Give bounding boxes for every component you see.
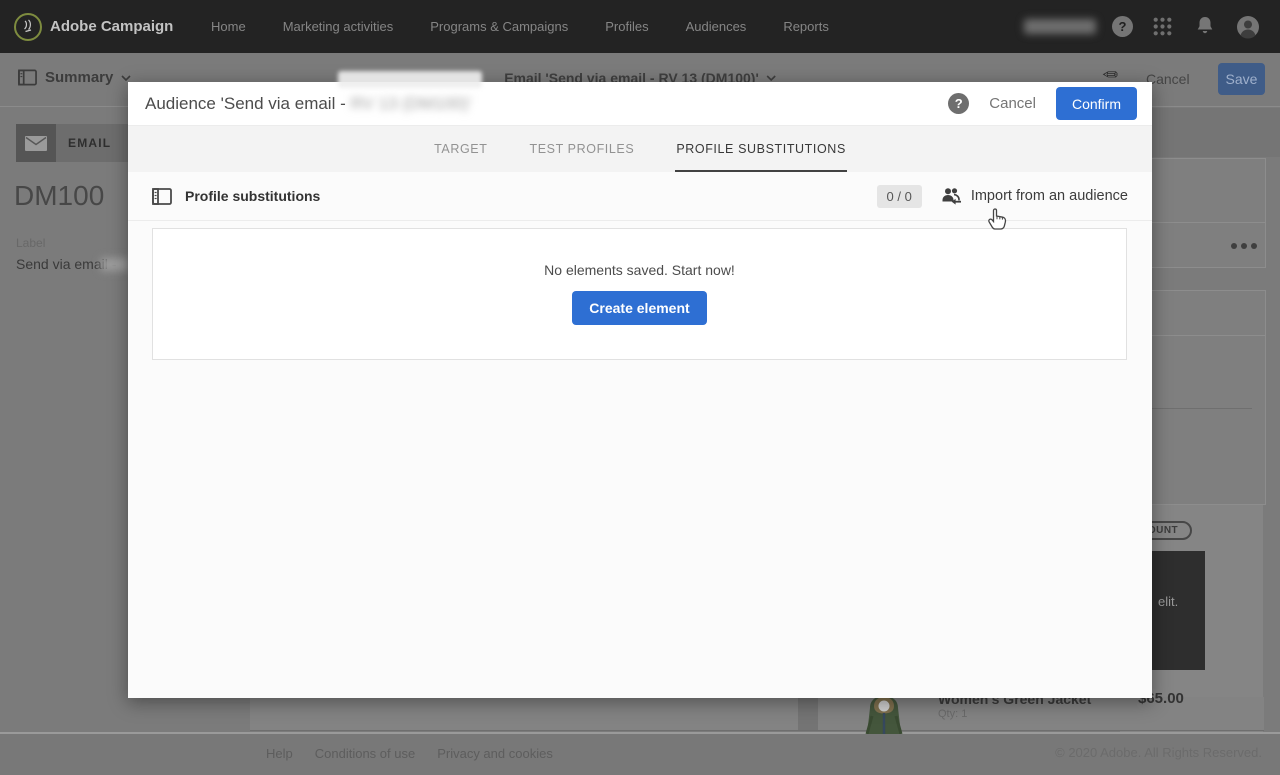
- page-save-button[interactable]: Save: [1218, 63, 1265, 95]
- nav-marketing-activities[interactable]: Marketing activities: [283, 19, 394, 34]
- toolbar-title: Profile substitutions: [185, 188, 321, 204]
- preview-product-row: [250, 697, 1264, 730]
- app-grid-icon[interactable]: [1152, 16, 1173, 37]
- empty-state-card: No elements saved. Start now! Create ele…: [152, 228, 1127, 360]
- nav-help-icon[interactable]: ?: [1112, 16, 1133, 37]
- users-import-icon: [942, 188, 961, 205]
- email-channel-label: EMAIL: [68, 136, 112, 150]
- product-image-jacket: [865, 696, 903, 734]
- footer-link-help[interactable]: Help: [266, 746, 293, 761]
- mouse-cursor: [988, 208, 1007, 230]
- bell-icon[interactable]: [1195, 15, 1215, 37]
- delivery-name: DM100: [14, 180, 105, 211]
- dialog-title-prefix: Audience 'Send via email -: [145, 93, 351, 113]
- top-navigation-bar: Adobe Campaign Home Marketing activities…: [0, 0, 1280, 53]
- import-from-audience-button[interactable]: Import from an audience: [940, 187, 1128, 205]
- avatar-icon[interactable]: [1236, 15, 1260, 39]
- right-panel: [1140, 290, 1266, 505]
- import-from-audience-label: Import from an audience: [970, 188, 1128, 204]
- footer: Help Conditions of use Privacy and cooki…: [0, 734, 1280, 775]
- right-toolbar-band: [1140, 108, 1280, 157]
- email-channel-box: [16, 124, 56, 162]
- dialog-cancel-button[interactable]: Cancel: [989, 95, 1036, 112]
- header-redaction-blur: [338, 71, 482, 88]
- hero-text-fragment: elit.: [1158, 594, 1179, 609]
- dialog-body: No elements saved. Start now! Create ele…: [128, 221, 1152, 698]
- tab-profile-substitutions[interactable]: PROFILE SUBSTITUTIONS: [675, 126, 847, 173]
- brand-name: Adobe Campaign: [50, 18, 174, 35]
- empty-state-message: No elements saved. Start now!: [544, 262, 735, 278]
- label-redaction-blur: [101, 258, 128, 271]
- tab-test-profiles[interactable]: TEST PROFILES: [528, 126, 635, 173]
- preview-bottom-edge: [250, 730, 1264, 731]
- nav-audiences[interactable]: Audiences: [686, 19, 747, 34]
- footer-link-conditions[interactable]: Conditions of use: [315, 746, 415, 761]
- right-panel: [1140, 158, 1266, 268]
- dialog-title: Audience 'Send via email - RV 13 (DM100)…: [145, 94, 472, 114]
- footer-link-privacy[interactable]: Privacy and cookies: [437, 746, 553, 761]
- adobe-campaign-logo-icon[interactable]: [13, 12, 43, 42]
- copyright-text: © 2020 Adobe. All Rights Reserved.: [1055, 745, 1262, 760]
- envelope-icon: [25, 135, 47, 151]
- tab-target[interactable]: TARGET: [433, 126, 488, 173]
- username-redaction-blur[interactable]: [1024, 19, 1096, 34]
- dialog-header: Audience 'Send via email - RV 13 (DM100)…: [128, 82, 1152, 125]
- chevron-down-icon: [766, 75, 776, 81]
- adobe-campaign-app: Summary Email 'Send via email - RV 13 (D…: [0, 0, 1280, 775]
- nav-programs-campaigns[interactable]: Programs & Campaigns: [430, 19, 568, 34]
- panel-divider: [1141, 222, 1265, 223]
- page-cancel-button[interactable]: Cancel: [1146, 71, 1190, 87]
- dialog-confirm-button[interactable]: Confirm: [1055, 87, 1137, 120]
- label-caption: Label: [16, 236, 46, 250]
- dialog-actions: ? Cancel Confirm: [948, 87, 1137, 120]
- create-element-button[interactable]: Create element: [572, 291, 707, 325]
- nav-reports[interactable]: Reports: [783, 19, 829, 34]
- ellipsis-menu-button[interactable]: [1231, 243, 1257, 249]
- nav-profiles[interactable]: Profiles: [605, 19, 648, 34]
- list-view-icon: [152, 187, 172, 205]
- panel-divider: [1141, 335, 1265, 336]
- chevron-down-icon: [121, 74, 131, 81]
- summary-view-dropdown[interactable]: Summary: [18, 69, 131, 86]
- nav-links: Home Marketing activities Programs & Cam…: [211, 0, 829, 53]
- footer-links: Help Conditions of use Privacy and cooki…: [266, 734, 553, 772]
- audience-dialog: Audience 'Send via email - RV 13 (DM100)…: [128, 82, 1152, 698]
- panel-view-icon: [18, 69, 37, 86]
- help-icon[interactable]: ?: [948, 93, 970, 114]
- count-badge: 0 / 0: [876, 184, 922, 208]
- summary-label: Summary: [45, 69, 114, 86]
- preview-column-gap: [798, 697, 818, 730]
- panel-rule: [1152, 408, 1252, 409]
- dialog-tabs: TARGET TEST PROFILES PROFILE SUBSTITUTIO…: [128, 125, 1152, 173]
- nav-home[interactable]: Home: [211, 19, 246, 34]
- dialog-title-redacted: RV 13 (DM100)': [350, 93, 472, 113]
- product-qty: Qty: 1: [938, 708, 968, 720]
